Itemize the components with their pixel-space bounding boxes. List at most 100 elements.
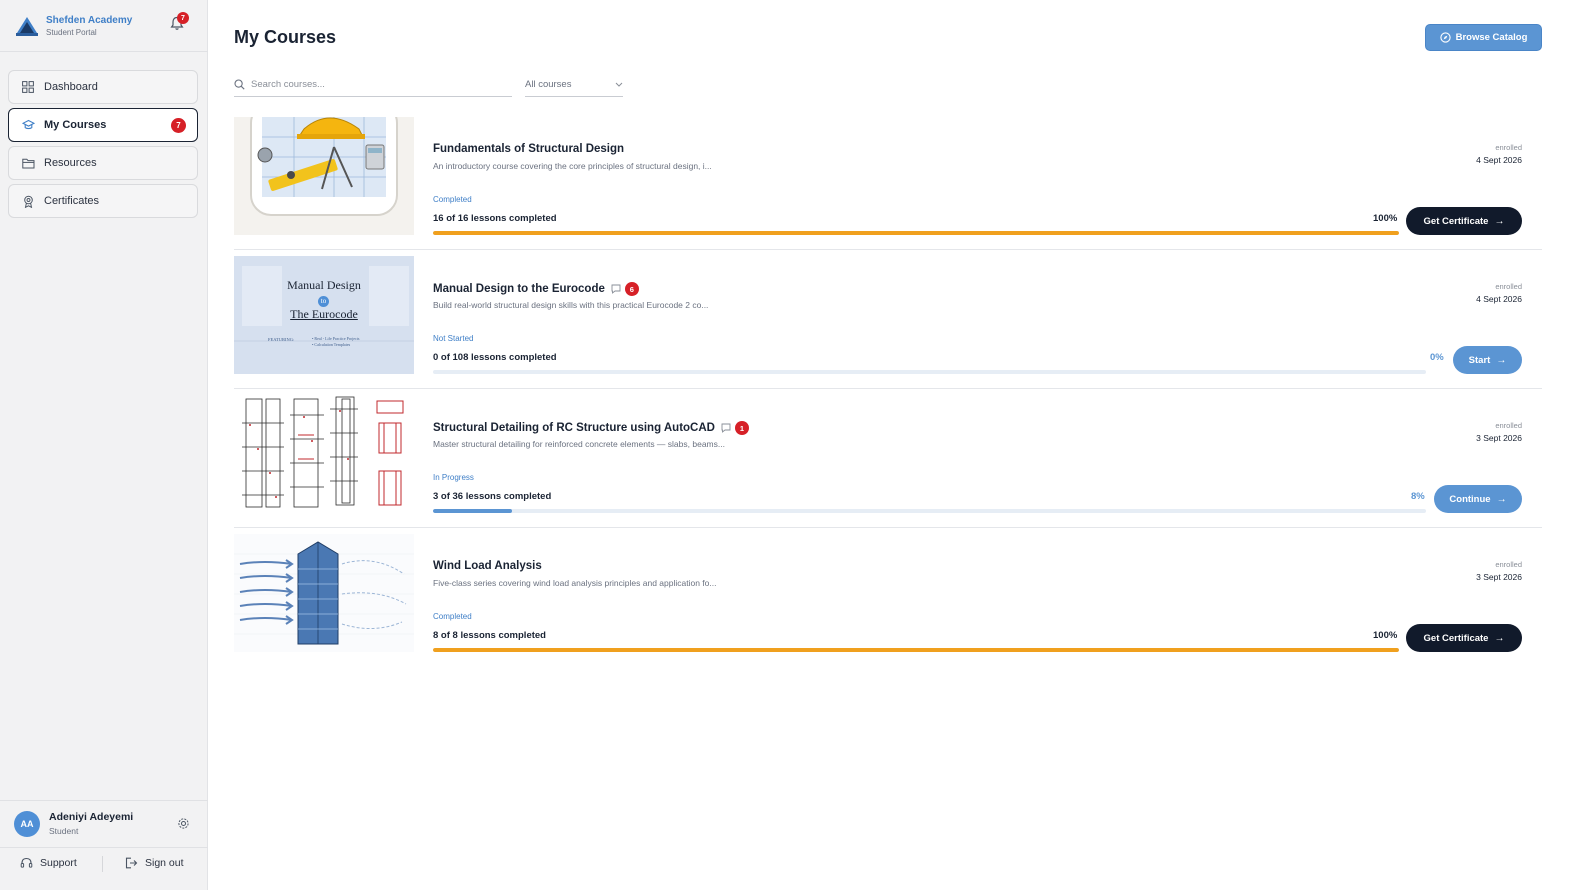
course-status: Completed: [433, 195, 472, 204]
thumb-bullet: • Calculation Templates: [312, 342, 351, 347]
folder-icon: [21, 156, 35, 170]
divider: [0, 51, 208, 52]
compass-icon: [1439, 32, 1451, 43]
button-label: Get Certificate: [1423, 632, 1489, 644]
button-label: Start: [1468, 354, 1491, 366]
enrolled-label: enrolled: [1495, 143, 1522, 152]
sidebar-item-label: Dashboard: [44, 81, 98, 93]
user-panel: AA Adeniyi Adeyemi Student Support Sign …: [0, 800, 208, 890]
button-label: Get Certificate: [1423, 215, 1489, 227]
sidebar-item-certificates[interactable]: Certificates: [8, 184, 198, 218]
thumb-featuring: FEATURING:: [268, 337, 295, 342]
enrolled-date: 3 Sept 2026: [1476, 433, 1522, 443]
arrow-right-icon: →: [1494, 215, 1505, 227]
courses-count-badge: 7: [171, 118, 186, 133]
brand-subtitle: Student Portal: [46, 27, 97, 37]
sidebar-item-label: Certificates: [44, 195, 100, 207]
progress-bar: [433, 648, 1399, 652]
filter-selected-value: All courses: [525, 78, 572, 90]
progress-fill: [433, 648, 1399, 652]
divider: [0, 847, 208, 848]
arrow-right-icon: →: [1496, 354, 1507, 366]
course-thumbnail: [234, 534, 414, 652]
thumb-bullet: • Real - Life Practice Projects: [312, 336, 360, 341]
course-card[interactable]: Fundamentals of Structural Design An int…: [234, 117, 1542, 250]
enrolled-date: 4 Sept 2026: [1476, 294, 1522, 304]
progress-bar: [433, 509, 1426, 513]
course-title-row[interactable]: Manual Design to the Eurocode 6: [433, 282, 639, 296]
arrow-right-icon: →: [1496, 493, 1507, 505]
brand-name: Shefden Academy: [46, 14, 133, 26]
course-card[interactable]: Wind Load Analysis Five-class series cov…: [234, 534, 1542, 667]
sidebar-nav: Dashboard My Courses 7 Resources Certifi…: [8, 70, 198, 222]
course-title-row[interactable]: Structural Detailing of RC Structure usi…: [433, 421, 749, 435]
enrolled-date: 4 Sept 2026: [1476, 155, 1522, 165]
graduation-cap-icon: [21, 118, 35, 132]
progress-percent: 0%: [1430, 352, 1444, 363]
avatar[interactable]: AA: [14, 811, 40, 837]
button-label: Continue: [1449, 493, 1491, 505]
progress-bar: [433, 231, 1399, 235]
enrolled-date: 3 Sept 2026: [1476, 572, 1522, 582]
brand[interactable]: Shefden Academy Student Portal: [14, 10, 194, 42]
sidebar-item-label: Resources: [44, 157, 97, 169]
sidebar-item-my-courses[interactable]: My Courses 7: [8, 108, 198, 142]
message-count-badge: 6: [624, 282, 639, 296]
course-status: In Progress: [433, 473, 474, 482]
course-title: Structural Detailing of RC Structure usi…: [433, 422, 715, 434]
gear-icon[interactable]: [177, 817, 190, 830]
message-icon: [611, 284, 621, 294]
lessons-completed: 0 of 108 lessons completed: [433, 352, 557, 363]
thumb-title-line2: to: [318, 296, 329, 307]
academy-logo-icon: [14, 13, 40, 39]
search-icon: [234, 78, 245, 90]
sidebar-item-dashboard[interactable]: Dashboard: [8, 70, 198, 104]
progress-fill: [433, 509, 513, 513]
course-card[interactable]: Manual Design to The Eurocode FEATURING:…: [234, 256, 1542, 389]
course-description: An introductory course covering the core…: [433, 161, 712, 171]
support-label: Support: [40, 857, 77, 869]
message-count-badge: 1: [734, 421, 749, 435]
lessons-completed: 3 of 36 lessons completed: [433, 491, 552, 502]
search-input[interactable]: [251, 78, 501, 90]
course-thumbnail: [234, 117, 414, 235]
sign-out-icon: [125, 857, 138, 869]
sidebar: Shefden Academy Student Portal 7 Dashboa…: [0, 0, 208, 890]
course-thumbnail: Manual Design to The Eurocode FEATURING:…: [234, 256, 414, 374]
course-filter-select[interactable]: All courses: [525, 72, 623, 97]
progress-fill: [433, 231, 1399, 235]
enrolled-label: enrolled: [1495, 560, 1522, 569]
get-certificate-button[interactable]: Get Certificate →: [1406, 207, 1522, 235]
course-status: Completed: [433, 612, 472, 621]
user-role: Student: [49, 826, 79, 836]
course-description: Five-class series covering wind load ana…: [433, 578, 717, 588]
sidebar-item-label: My Courses: [44, 119, 107, 131]
progress-percent: 100%: [1373, 213, 1398, 224]
user-name: Adeniyi Adeyemi: [49, 811, 134, 823]
course-thumbnail: [234, 395, 414, 513]
lessons-completed: 8 of 8 lessons completed: [433, 630, 546, 641]
notification-badge: 7: [177, 12, 189, 24]
get-certificate-button[interactable]: Get Certificate →: [1406, 624, 1522, 652]
start-button[interactable]: Start →: [1453, 346, 1522, 374]
course-title: Fundamentals of Structural Design: [433, 143, 625, 155]
grid-icon: [21, 80, 35, 94]
course-card[interactable]: Structural Detailing of RC Structure usi…: [234, 395, 1542, 528]
continue-button[interactable]: Continue →: [1434, 485, 1522, 513]
sidebar-item-resources[interactable]: Resources: [8, 146, 198, 180]
search-bar: [234, 72, 512, 97]
browse-catalog-label: Browse Catalog: [1455, 32, 1528, 43]
sign-out-link[interactable]: Sign out: [125, 857, 184, 869]
divider: [102, 856, 103, 872]
course-title: Manual Design to the Eurocode: [433, 283, 605, 295]
course-description: Build real-world structural design skill…: [433, 300, 709, 310]
award-icon: [21, 194, 35, 208]
course-title-row[interactable]: Wind Load Analysis: [433, 560, 542, 572]
headset-icon: [20, 857, 33, 868]
browse-catalog-button[interactable]: Browse Catalog: [1425, 24, 1542, 51]
lessons-completed: 16 of 16 lessons completed: [433, 213, 557, 224]
progress-percent: 100%: [1373, 630, 1398, 641]
course-title-row[interactable]: Fundamentals of Structural Design: [433, 143, 624, 155]
support-link[interactable]: Support: [20, 857, 77, 869]
course-title: Wind Load Analysis: [433, 560, 542, 572]
